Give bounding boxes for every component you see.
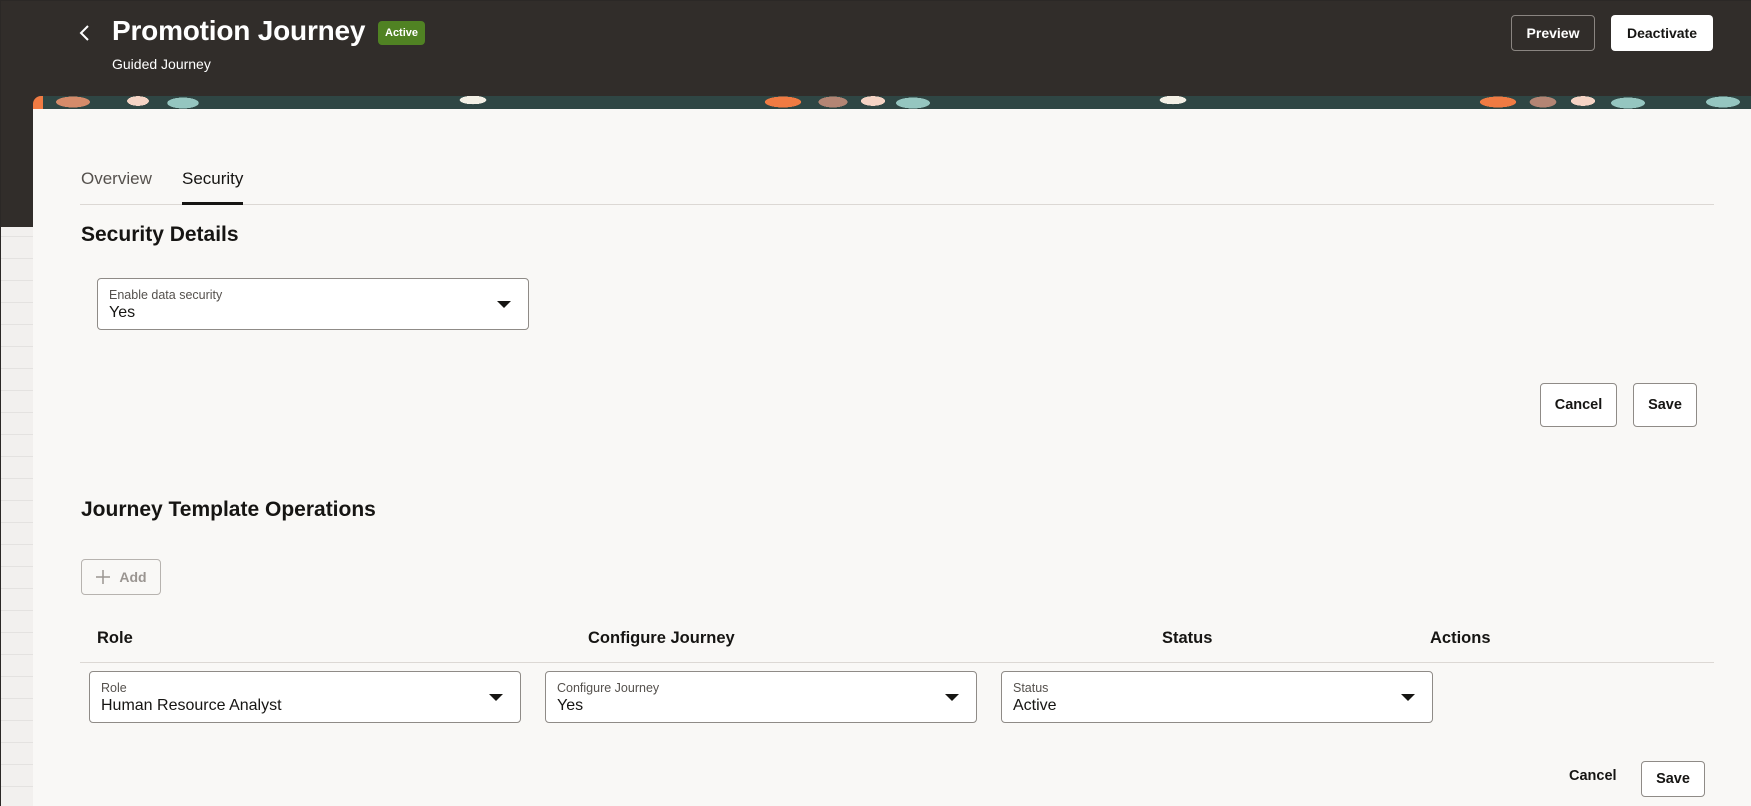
page-title: Promotion Journey [112, 15, 366, 46]
security-cancel-button[interactable]: Cancel [1540, 383, 1617, 427]
field-label: Status [1013, 681, 1049, 695]
status-badge: Active [378, 21, 426, 45]
table-header-divider [80, 662, 1714, 663]
operations-save-button[interactable]: Save [1641, 761, 1705, 797]
configure-journey-select[interactable]: Configure Journey Yes [545, 671, 977, 723]
add-button[interactable]: Add [81, 559, 161, 595]
operations-cancel-button[interactable]: Cancel [1569, 768, 1617, 784]
column-header-actions: Actions [1430, 629, 1491, 647]
column-header-status: Status [1162, 629, 1213, 647]
decorative-banner [33, 96, 1751, 109]
status-select[interactable]: Status Active [1001, 671, 1433, 723]
operations-heading: Journey Template Operations [81, 498, 376, 521]
caret-down-icon [497, 301, 511, 308]
field-value: Active [1013, 697, 1057, 714]
chevron-left-icon [79, 25, 89, 41]
background-pattern [1, 227, 33, 806]
add-button-label: Add [119, 569, 147, 585]
enable-data-security-select[interactable]: Enable data security Yes [97, 278, 529, 330]
page-subtitle: Guided Journey [112, 56, 211, 72]
field-label: Enable data security [109, 288, 223, 302]
caret-down-icon [1401, 694, 1415, 701]
tab-bar: Overview Security [80, 161, 1714, 205]
field-label: Configure Journey [557, 681, 660, 695]
field-value: Human Resource Analyst [101, 697, 282, 714]
plus-icon [96, 570, 111, 584]
column-header-configure-journey: Configure Journey [588, 629, 735, 647]
field-value: Yes [557, 697, 584, 714]
caret-down-icon [945, 694, 959, 701]
back-button[interactable] [71, 19, 99, 47]
deactivate-button[interactable]: Deactivate [1611, 15, 1713, 51]
preview-button[interactable]: Preview [1511, 15, 1595, 51]
field-label: Role [101, 681, 127, 695]
caret-down-icon [489, 694, 503, 701]
role-select[interactable]: Role Human Resource Analyst [89, 671, 521, 723]
field-value: Yes [109, 304, 136, 321]
security-details-heading: Security Details [81, 223, 239, 246]
tab-security[interactable]: Security [182, 169, 244, 205]
column-header-role: Role [97, 629, 133, 647]
tab-overview[interactable]: Overview [81, 169, 152, 205]
security-save-button[interactable]: Save [1633, 383, 1697, 427]
